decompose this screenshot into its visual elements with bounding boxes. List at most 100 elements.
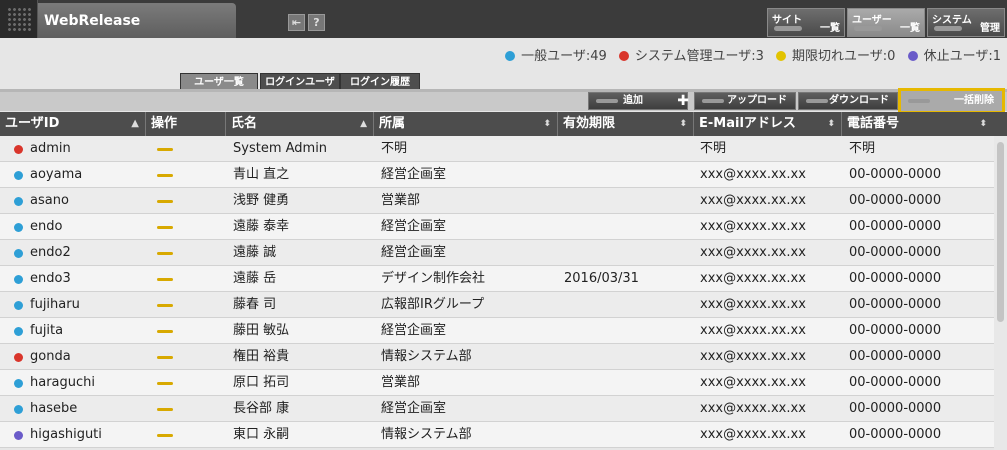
edit-handle-icon[interactable]	[157, 278, 173, 281]
user-status-dot-icon	[14, 431, 23, 440]
column-label: E-Mailアドレス	[699, 116, 796, 131]
edit-handle-icon[interactable]	[157, 226, 173, 229]
legend-item: システム管理ユーザ:3	[618, 49, 764, 64]
nav-label: ユーザー	[852, 15, 892, 26]
tab-login-history[interactable]: ログイン履歴	[340, 73, 420, 90]
cell-id[interactable]: endo2	[30, 240, 71, 266]
cell-email: xxx@xxxx.xx.xx	[700, 375, 806, 390]
column-header-userid[interactable]: ユーザID ▲	[0, 112, 146, 136]
cell-id[interactable]: endo3	[30, 266, 71, 292]
table-row[interactable]: aoyama 青山 直之 経営企画室 xxx@xxxx.xx.xx 00-0000-00…	[0, 162, 994, 188]
nav-label: 一覧	[900, 23, 920, 34]
table-header: ユーザID ▲ 操作 氏名 ▲ 所属 ⬍ 有効期限 ⬍ E-Mailアドレス ⬍ 電話番号…	[0, 112, 1007, 136]
column-header-phone[interactable]: 電話番号 ⬍	[842, 112, 1007, 136]
cell-id[interactable]: higashiguti	[30, 422, 102, 448]
cell-id[interactable]: admin	[30, 136, 71, 162]
table-row[interactable]: endo2 遠藤 誠 経営企画室 xxx@xxxx.xx.xx 00-0000-0000	[0, 240, 994, 266]
cell-dept: 経営企画室	[381, 219, 447, 234]
download-button[interactable]: ダウンロード	[798, 92, 898, 110]
edit-handle-icon[interactable]	[157, 304, 173, 307]
column-header-department[interactable]: 所属 ⬍	[374, 112, 558, 136]
user-status-dot-icon	[14, 197, 23, 206]
edit-handle-icon[interactable]	[157, 330, 173, 333]
edit-handle-icon[interactable]	[157, 174, 173, 177]
edit-handle-icon[interactable]	[157, 434, 173, 437]
table-row[interactable]: fujiharu 藤春 司 広報部IRグループ xxx@xxxx.xx.xx 00-00…	[0, 292, 994, 318]
bulk-delete-label: 一括削除	[954, 95, 994, 106]
sort-icon: ⬍	[979, 119, 987, 129]
cell-phone: 00-0000-0000	[849, 271, 942, 286]
legend-label: 期限切れユーザ:0	[792, 49, 896, 64]
cell-name: 遠藤 誠	[233, 245, 277, 260]
cell-dept: 営業部	[381, 193, 421, 208]
table-row[interactable]: asano 浅野 健勇 営業部 xxx@xxxx.xx.xx 00-0000-0000	[0, 188, 994, 214]
cell-email: xxx@xxxx.xx.xx	[700, 323, 806, 338]
cell-phone: 00-0000-0000	[849, 401, 942, 416]
scrollbar-thumb[interactable]	[997, 142, 1004, 322]
cell-dept: 経営企画室	[381, 401, 447, 416]
nav-system-admin[interactable]: システム 管理	[927, 8, 1005, 37]
cell-id[interactable]: endo	[30, 214, 62, 240]
cell-id[interactable]: haraguchi	[30, 370, 95, 396]
cell-id[interactable]: hasebe	[30, 396, 77, 422]
dot-icon	[907, 51, 918, 61]
nav-label: 一覧	[820, 23, 840, 34]
cell-id[interactable]: fujita	[30, 318, 63, 344]
column-header-expiry[interactable]: 有効期限 ⬍	[558, 112, 694, 136]
table-row[interactable]: endo3 遠藤 岳 デザイン制作会社 2016/03/31 xxx@xxxx.xx.x…	[0, 266, 994, 292]
cell-id[interactable]: fujiharu	[30, 292, 80, 318]
table-row[interactable]: endo 遠藤 泰幸 経営企画室 xxx@xxxx.xx.xx 00-0000-0000	[0, 214, 994, 240]
cell-id[interactable]: asano	[30, 188, 69, 214]
cell-email: xxx@xxxx.xx.xx	[700, 401, 806, 416]
sort-icon: ▲	[360, 119, 367, 129]
nav-site-list[interactable]: サイト 一覧	[767, 8, 845, 37]
cell-phone: 不明	[849, 141, 876, 156]
edit-handle-icon[interactable]	[157, 382, 173, 385]
logo[interactable]	[0, 0, 38, 38]
nav-user-list[interactable]: ユーザー 一覧	[847, 8, 925, 37]
nav-label: システム	[932, 15, 972, 26]
scrollbar[interactable]	[994, 136, 1007, 450]
edit-handle-icon[interactable]	[157, 408, 173, 411]
cell-phone: 00-0000-0000	[849, 219, 942, 234]
edit-handle-icon[interactable]	[157, 252, 173, 255]
column-header-email[interactable]: E-Mailアドレス ⬍	[694, 112, 842, 136]
cell-email: xxx@xxxx.xx.xx	[700, 349, 806, 364]
cell-id[interactable]: gonda	[30, 344, 71, 370]
tab-user-list[interactable]: ユーザ一覧	[180, 73, 258, 90]
indicator-icon	[596, 99, 618, 103]
logo-grid-icon	[7, 7, 31, 31]
bulk-delete-button[interactable]: 一括削除	[898, 88, 1005, 114]
tab-login-users[interactable]: ログインユーザ	[260, 73, 340, 90]
help-icon[interactable]: ?	[308, 14, 325, 31]
user-table-body: admin System Admin 不明 不明 不明 aoyama 青山 直之 経営企画室 x…	[0, 136, 994, 450]
user-status-dot-icon	[14, 145, 23, 154]
exit-icon[interactable]: ⇤	[288, 14, 305, 31]
cell-phone: 00-0000-0000	[849, 323, 942, 338]
cell-phone: 00-0000-0000	[849, 193, 942, 208]
table-row[interactable]: gonda 権田 裕貴 情報システム部 xxx@xxxx.xx.xx 00-0000-0…	[0, 344, 994, 370]
add-button[interactable]: 追加 ✚	[588, 92, 689, 110]
edit-handle-icon[interactable]	[157, 356, 173, 359]
cell-name: System Admin	[233, 141, 328, 156]
table-row[interactable]: higashiguti 東口 永嗣 情報システム部 xxx@xxxx.xx.xx 00-…	[0, 422, 994, 448]
download-label: ダウンロード	[829, 95, 889, 106]
user-status-dot-icon	[14, 353, 23, 362]
table-row[interactable]: fujita 藤田 敏弘 経営企画室 xxx@xxxx.xx.xx 00-0000-00…	[0, 318, 994, 344]
indicator-icon	[908, 99, 930, 103]
cell-email: xxx@xxxx.xx.xx	[700, 427, 806, 442]
column-label: 電話番号	[847, 116, 900, 131]
cell-id[interactable]: aoyama	[30, 162, 82, 188]
column-header-name[interactable]: 氏名 ▲	[226, 112, 374, 136]
table-row[interactable]: admin System Admin 不明 不明 不明	[0, 136, 994, 162]
legend-label: システム管理ユーザ:3	[634, 49, 764, 64]
cell-dept: 広報部IRグループ	[381, 297, 485, 312]
upload-button[interactable]: アップロード	[694, 92, 796, 110]
user-status-dot-icon	[14, 379, 23, 388]
edit-handle-icon[interactable]	[157, 200, 173, 203]
dot-icon	[776, 51, 787, 61]
column-label: ユーザID	[5, 116, 60, 131]
edit-handle-icon[interactable]	[157, 148, 173, 151]
table-row[interactable]: haraguchi 原口 拓司 営業部 xxx@xxxx.xx.xx 00-0000-0…	[0, 370, 994, 396]
table-row[interactable]: hasebe 長谷部 康 経営企画室 xxx@xxxx.xx.xx 00-0000-00…	[0, 396, 994, 422]
